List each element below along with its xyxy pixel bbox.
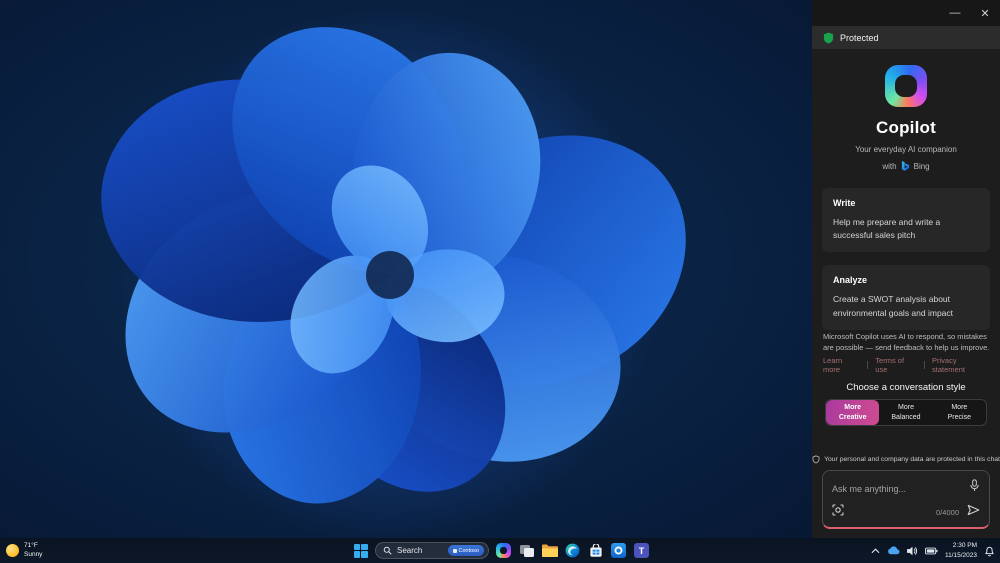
outlook-button[interactable]: [610, 542, 627, 559]
style-option-balanced[interactable]: More Balanced: [879, 400, 932, 425]
card-category: Write: [833, 198, 856, 208]
style-option-line1: More: [898, 404, 914, 412]
copilot-hero: Copilot Your everyday AI companion with …: [812, 65, 1000, 172]
data-protection-note: Your personal and company data are prote…: [812, 455, 1000, 464]
style-option-line2: Creative: [838, 413, 867, 421]
bloom-flower-art: [101, 5, 686, 545]
add-screenshot-icon[interactable]: [832, 503, 844, 521]
clock-time: 2:30 PM: [952, 542, 977, 550]
folder-icon: [541, 544, 558, 557]
tray-overflow-chevron-icon[interactable]: [871, 547, 880, 554]
shield-icon: [823, 32, 834, 43]
clock-date: 11/15/2023: [944, 551, 977, 559]
edge-icon: [565, 543, 580, 558]
contoso-logo-icon: [452, 548, 457, 553]
onedrive-cloud-icon[interactable]: [887, 546, 900, 555]
bing-text: Bing: [913, 162, 930, 171]
with-text: with: [882, 162, 897, 171]
style-option-line2: Precise: [947, 413, 971, 421]
minimize-button[interactable]: —: [940, 0, 970, 26]
card-prompt: Create a SWOT analysis about environment…: [833, 294, 954, 318]
task-view-icon: [519, 544, 534, 557]
sunny-icon: [6, 544, 19, 557]
contoso-badge-label: Contoso: [458, 547, 480, 554]
taskbar: 71°F Sunny Search Contoso T 2:30 PM 11/1…: [0, 538, 1000, 563]
start-button[interactable]: [352, 542, 369, 559]
taskbar-copilot-button[interactable]: [495, 542, 512, 559]
card-category: Analyze: [833, 275, 868, 286]
data-protection-text: Your personal and company data are prote…: [824, 456, 1000, 463]
close-button[interactable]: ✕: [970, 0, 1000, 26]
learn-more-link[interactable]: Learn more: [823, 356, 860, 374]
copilot-panel: — ✕ Protected Copilot Your everyday AI c…: [812, 0, 1000, 538]
store-icon: [589, 543, 602, 557]
weather-condition: Sunny: [24, 550, 43, 558]
link-divider: [924, 361, 926, 369]
microsoft-store-button[interactable]: [587, 542, 604, 559]
battery-icon[interactable]: [924, 547, 938, 555]
style-option-line1: More: [844, 404, 862, 412]
char-counter: 0/4000: [936, 507, 959, 517]
microphone-icon[interactable]: [969, 479, 980, 497]
edge-button[interactable]: [564, 542, 581, 559]
outlook-icon: [611, 543, 626, 558]
style-option-creative[interactable]: More Creative: [826, 400, 880, 425]
copilot-title: Copilot: [876, 118, 936, 137]
send-icon[interactable]: [967, 503, 980, 521]
privacy-statement-link[interactable]: Privacy statement: [932, 356, 990, 374]
file-explorer-button[interactable]: [541, 542, 558, 559]
panel-titlebar: — ✕: [812, 0, 1000, 26]
conversation-style-picker: More Creative More Balanced More Precise: [825, 399, 987, 426]
screen: — ✕ Protected Copilot Your everyday AI c…: [0, 0, 1000, 563]
contoso-badge: Contoso: [447, 545, 484, 556]
chat-input[interactable]: [832, 484, 982, 494]
search-box[interactable]: Search Contoso: [375, 542, 489, 559]
weather-temperature: 71°F: [24, 541, 38, 549]
conversation-style-heading: Choose a conversation style: [846, 382, 966, 393]
teams-icon: T: [634, 543, 649, 558]
style-option-precise[interactable]: More Precise: [933, 400, 986, 425]
taskbar-center: Search Contoso T: [352, 542, 650, 559]
search-label: Search: [397, 546, 423, 555]
terms-of-use-link[interactable]: Terms of use: [875, 356, 917, 374]
copilot-logo-icon: [885, 65, 927, 107]
bing-icon: [901, 161, 909, 171]
footer-links: Learn more Terms of use Privacy statemen…: [823, 356, 990, 374]
windows-logo-icon: [353, 543, 368, 558]
card-prompt: Help me prepare and write a successful s…: [833, 217, 941, 241]
copilot-subtitle: Your everyday AI companion: [855, 145, 957, 154]
suggestion-card-write[interactable]: Write Help me prepare and write a succes…: [822, 188, 990, 253]
shield-outline-icon: [812, 455, 820, 464]
style-option-line1: More: [951, 404, 968, 412]
with-bing-line: with Bing: [812, 161, 1000, 172]
ai-disclaimer: Microsoft Copilot uses AI to respond, so…: [823, 332, 990, 353]
volume-icon[interactable]: [906, 546, 918, 556]
system-tray: 2:30 PM 11/15/2023: [871, 541, 995, 559]
composer-toolbar: 0/4000: [832, 503, 980, 521]
notification-bell-icon[interactable]: [984, 545, 995, 557]
protected-label: Protected: [840, 32, 879, 43]
weather-widget[interactable]: 71°F Sunny: [6, 542, 42, 560]
copilot-icon: [496, 543, 511, 558]
suggestion-card-analyze[interactable]: Analyze Create a SWOT analysis about env…: [822, 265, 990, 330]
teams-button[interactable]: T: [633, 542, 650, 559]
clock-widget[interactable]: 2:30 PM 11/15/2023: [945, 541, 977, 559]
task-view-button[interactable]: [518, 542, 535, 559]
protected-bar: Protected: [812, 26, 1000, 49]
link-divider: [867, 361, 869, 369]
suggestion-cards: Write Help me prepare and write a succes…: [822, 188, 990, 330]
search-icon: [383, 546, 392, 555]
composer-right-group: 0/4000: [936, 503, 980, 521]
style-option-line2: Balanced: [891, 413, 921, 421]
chat-composer: 0/4000: [822, 470, 990, 529]
